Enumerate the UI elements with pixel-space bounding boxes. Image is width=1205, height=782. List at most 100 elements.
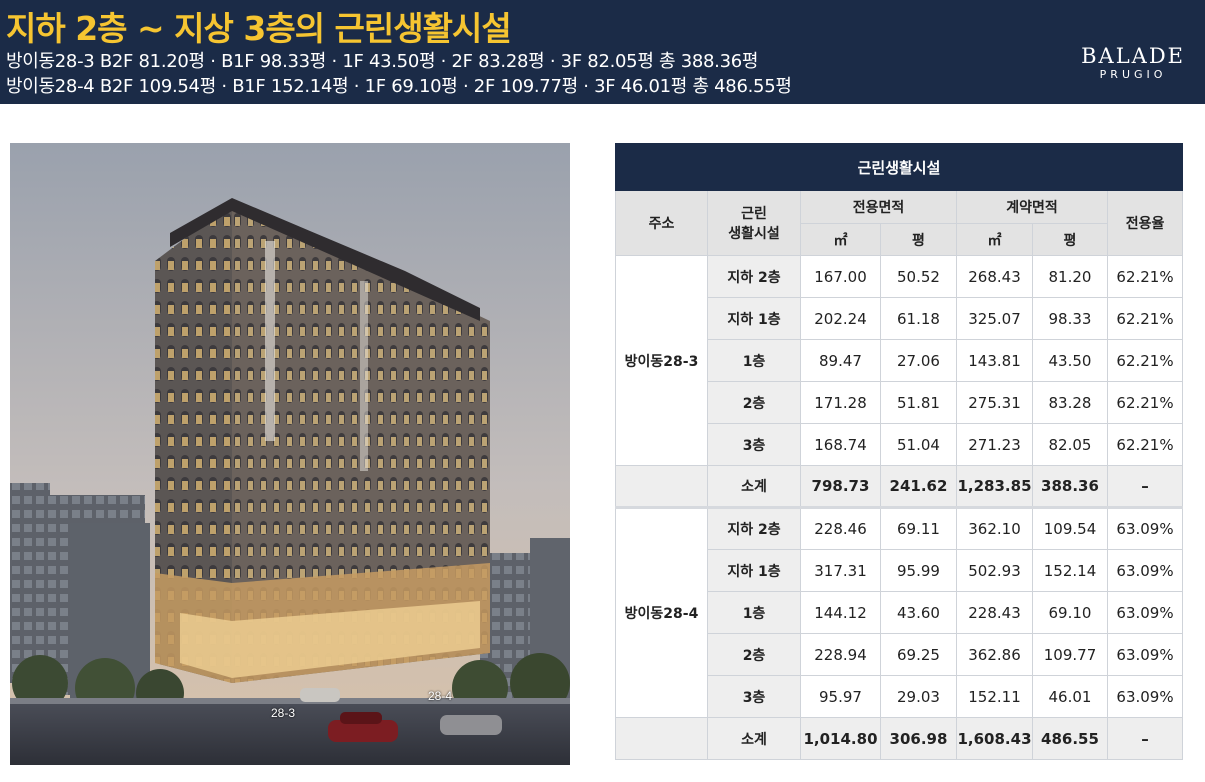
table-row: 소계 1,014.80 306.98 1,608.43 486.55– bbox=[615, 717, 1184, 760]
cell-ratio: 63.09% bbox=[1106, 506, 1184, 550]
cell-ratio: 62.21% bbox=[1106, 255, 1184, 298]
cell-contract-m2: 143.81 bbox=[956, 339, 1033, 382]
address-cell: 방이동28-4 bbox=[615, 506, 708, 718]
table-row: 소계 798.73 241.62 1,283.85 388.36– bbox=[615, 465, 1184, 508]
cell-exclusive-m2: 1,014.80 bbox=[800, 717, 881, 760]
cell-ratio: – bbox=[1106, 465, 1184, 508]
summary-28-4: 방이동28-4 B2F 109.54평 · B1F 152.14평 · 1F 6… bbox=[6, 76, 792, 97]
cell-contract-py: 152.14 bbox=[1032, 549, 1108, 592]
col-header-unit-m2: ㎡ bbox=[800, 223, 881, 256]
cell-exclusive-m2: 798.73 bbox=[800, 465, 881, 508]
table-row: 방이동28-3 지하 2층 167.00 50.52 268.43 81.20 62.21% bbox=[615, 255, 1184, 466]
cell-exclusive-py: 69.11 bbox=[880, 506, 957, 550]
col-header-address: 주소 bbox=[615, 190, 708, 256]
address-cell: 방이동28-3 bbox=[615, 255, 708, 466]
table-caption: 근린생활시설 bbox=[614, 143, 1184, 191]
cell-contract-m2: 1,283.85 bbox=[956, 465, 1033, 508]
cell-exclusive-m2: 95.97 bbox=[800, 675, 881, 718]
floor-cell: 2층 bbox=[707, 633, 801, 676]
rendering-illustration bbox=[10, 143, 570, 765]
cell-contract-m2: 362.10 bbox=[956, 506, 1033, 550]
area-table: 근린생활시설 주소 근린 생활시설 전용면적 계약면적 전용율 ㎡ 평 ㎡ 평 … bbox=[614, 143, 1184, 760]
cell-contract-py: 43.50 bbox=[1032, 339, 1108, 382]
cell-contract-m2: 362.86 bbox=[956, 633, 1033, 676]
cell-exclusive-py: 50.52 bbox=[880, 255, 957, 298]
cell-exclusive-m2: 144.12 bbox=[800, 591, 881, 634]
subtotal-label: 소계 bbox=[707, 465, 801, 508]
floor-cell: 1층 bbox=[707, 339, 801, 382]
summary-28-3: 방이동28-3 B2F 81.20평 · B1F 98.33평 · 1F 43.… bbox=[6, 51, 759, 72]
cell-contract-m2: 502.93 bbox=[956, 549, 1033, 592]
floor-cell: 3층 bbox=[707, 423, 801, 466]
cell-exclusive-py: 29.03 bbox=[880, 675, 957, 718]
cell-contract-m2: 275.31 bbox=[956, 381, 1033, 424]
subtotal-label: 소계 bbox=[707, 717, 801, 760]
cell-contract-py: 388.36 bbox=[1032, 465, 1108, 508]
cell-exclusive-py: 27.06 bbox=[880, 339, 957, 382]
building-label-28-4: 28-4 bbox=[428, 689, 453, 703]
building-label-28-3: 28-3 bbox=[271, 706, 296, 720]
floor-cell: 지하 2층 bbox=[707, 255, 801, 298]
cell-contract-py: 486.55 bbox=[1032, 717, 1108, 760]
cell-exclusive-py: 43.60 bbox=[880, 591, 957, 634]
cell-exclusive-py: 51.04 bbox=[880, 423, 957, 466]
page-title: 지하 2층 ~ 지상 3층의 근린생활시설 bbox=[6, 9, 512, 48]
cell-contract-py: 46.01 bbox=[1032, 675, 1108, 718]
cell-ratio: 63.09% bbox=[1106, 675, 1184, 718]
cell-exclusive-py: 69.25 bbox=[880, 633, 957, 676]
address-cell-blank bbox=[615, 717, 708, 760]
cell-contract-m2: 152.11 bbox=[956, 675, 1033, 718]
cell-ratio: 63.09% bbox=[1106, 633, 1184, 676]
cell-contract-py: 98.33 bbox=[1032, 297, 1108, 340]
floor-cell: 1층 bbox=[707, 591, 801, 634]
floor-cell: 지하 2층 bbox=[707, 506, 801, 550]
cell-exclusive-py: 95.99 bbox=[880, 549, 957, 592]
col-header-unit-m2: ㎡ bbox=[956, 223, 1033, 256]
logo-wordmark: BALADE bbox=[1081, 44, 1185, 68]
col-header-facility-line1: 근린 bbox=[741, 206, 767, 222]
cell-exclusive-py: 61.18 bbox=[880, 297, 957, 340]
cell-ratio: 63.09% bbox=[1106, 549, 1184, 592]
cell-contract-m2: 271.23 bbox=[956, 423, 1033, 466]
cell-exclusive-m2: 89.47 bbox=[800, 339, 881, 382]
cell-contract-m2: 1,608.43 bbox=[956, 717, 1033, 760]
col-header-contract-area: 계약면적 bbox=[956, 190, 1108, 224]
cell-contract-py: 82.05 bbox=[1032, 423, 1108, 466]
cell-exclusive-m2: 167.00 bbox=[800, 255, 881, 298]
cell-ratio: – bbox=[1106, 717, 1184, 760]
cell-contract-m2: 268.43 bbox=[956, 255, 1033, 298]
cell-ratio: 62.21% bbox=[1106, 339, 1184, 382]
cell-exclusive-m2: 228.94 bbox=[800, 633, 881, 676]
col-header-exclusive-area: 전용면적 bbox=[800, 190, 957, 224]
col-header-unit-py: 평 bbox=[880, 223, 957, 256]
col-header-facility-line2: 생활시설 bbox=[728, 226, 780, 242]
cell-exclusive-py: 306.98 bbox=[880, 717, 957, 760]
cell-ratio: 62.21% bbox=[1106, 381, 1184, 424]
floor-cell: 2층 bbox=[707, 381, 801, 424]
logo-subtitle: PRUGIO bbox=[1099, 68, 1167, 81]
cell-exclusive-m2: 202.24 bbox=[800, 297, 881, 340]
cell-exclusive-m2: 171.28 bbox=[800, 381, 881, 424]
cell-contract-py: 69.10 bbox=[1032, 591, 1108, 634]
cell-contract-py: 109.54 bbox=[1032, 506, 1108, 550]
cell-contract-py: 109.77 bbox=[1032, 633, 1108, 676]
floor-cell: 3층 bbox=[707, 675, 801, 718]
address-cell-blank bbox=[615, 465, 708, 508]
cell-ratio: 62.21% bbox=[1106, 297, 1184, 340]
floor-cell: 지하 1층 bbox=[707, 297, 801, 340]
col-header-facility: 근린 생활시설 bbox=[707, 190, 801, 256]
cell-exclusive-m2: 228.46 bbox=[800, 506, 881, 550]
brand-logo: BALADE PRUGIO bbox=[1081, 44, 1185, 81]
floor-cell: 지하 1층 bbox=[707, 549, 801, 592]
building-rendering: 28-3 28-4 bbox=[10, 143, 570, 765]
table-body: 방이동28-3 지하 2층 167.00 50.52 268.43 81.20 62.21%… bbox=[615, 255, 1184, 760]
cell-contract-m2: 228.43 bbox=[956, 591, 1033, 634]
cell-exclusive-m2: 317.31 bbox=[800, 549, 881, 592]
cell-contract-py: 83.28 bbox=[1032, 381, 1108, 424]
cell-ratio: 63.09% bbox=[1106, 591, 1184, 634]
col-header-ratio: 전용율 bbox=[1106, 190, 1184, 256]
cell-exclusive-m2: 168.74 bbox=[800, 423, 881, 466]
cell-contract-m2: 325.07 bbox=[956, 297, 1033, 340]
table-row: 방이동28-4 지하 2층 228.46 69.11 362.10 109.54 63.09… bbox=[615, 506, 1184, 718]
cell-exclusive-py: 241.62 bbox=[880, 465, 957, 508]
